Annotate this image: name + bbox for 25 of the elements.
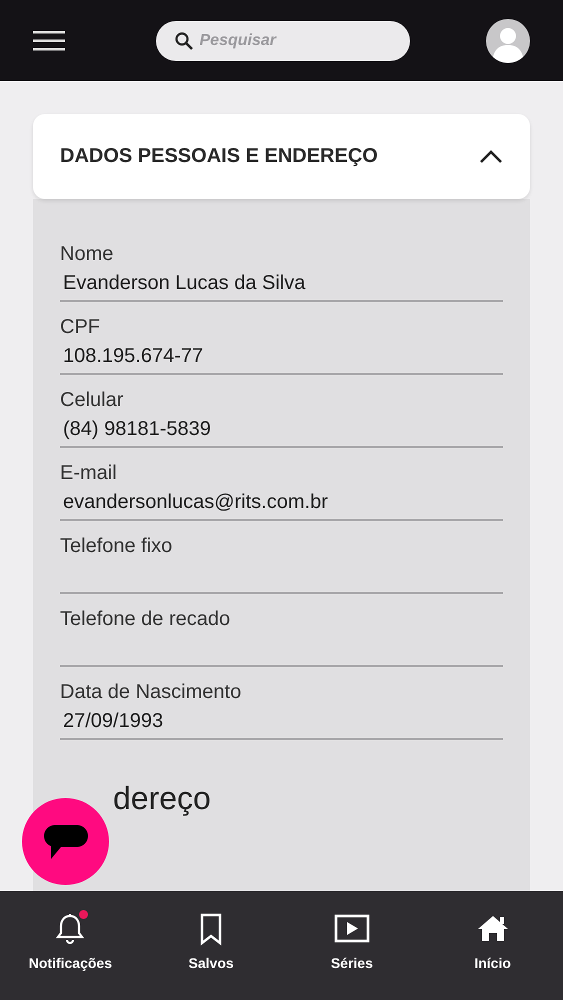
search-field[interactable]: Pesquisar — [156, 20, 410, 60]
nav-tab[interactable]: Início — [422, 891, 563, 1000]
field-label: Nome — [60, 242, 114, 267]
field-label: Celular — [60, 388, 124, 413]
menu-icon — [33, 30, 65, 52]
section-heading: dereço — [113, 780, 212, 817]
input-field[interactable]: evandersonlucas@rits.com.br — [60, 486, 503, 521]
avatar-icon[interactable] — [486, 18, 530, 62]
field-label: CPF — [60, 315, 101, 340]
section-header[interactable]: DADOS PESSOAIS E ENDEREÇO — [33, 114, 530, 199]
nav-tab[interactable]: Salvos — [140, 891, 282, 1000]
input-field[interactable]: 108.195.674-77 — [60, 340, 503, 375]
field-label: Data de Nascimento — [60, 680, 242, 705]
menu-button[interactable] — [33, 30, 65, 52]
field-label: Telefone fixo — [60, 534, 174, 559]
input-field[interactable]: (84) 98181-5839 — [60, 413, 503, 448]
field-label: Telefone de recado — [60, 607, 232, 632]
input-field[interactable]: 27/09/1993 — [60, 705, 503, 740]
nav-tab[interactable]: Notificações — [0, 891, 141, 1000]
field-label: E-mail — [60, 461, 118, 486]
chevron-icon — [479, 150, 503, 164]
search-icon — [174, 30, 194, 50]
input-field[interactable]: Evanderson Lucas da Silva — [60, 267, 503, 302]
chat-bubble-icon — [42, 822, 88, 860]
nav-tab[interactable]: Séries — [282, 891, 422, 1000]
